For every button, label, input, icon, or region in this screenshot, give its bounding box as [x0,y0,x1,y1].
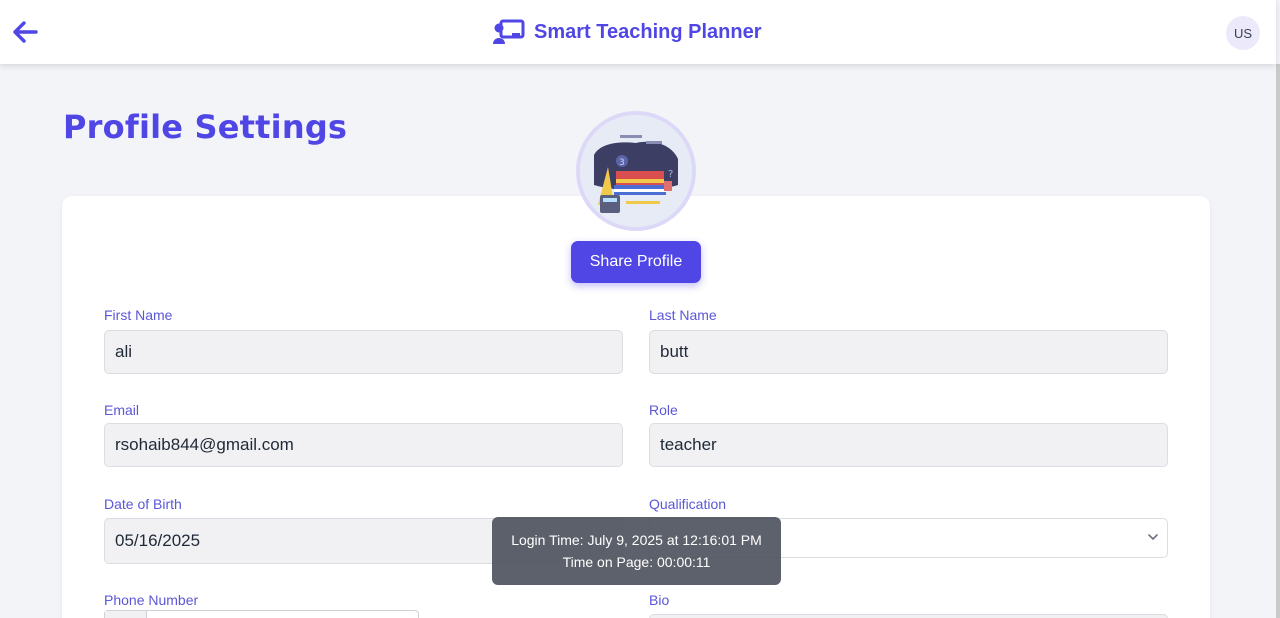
dob-label: Date of Birth [104,496,182,512]
role-label: Role [649,402,678,418]
chevron-down-icon [1148,534,1158,541]
qualification-label: Qualification [649,496,727,512]
last-name-field[interactable]: butt [649,330,1168,374]
brand: Smart Teaching Planner [492,18,761,46]
share-profile-button[interactable]: Share Profile [571,241,701,283]
first-name-field[interactable]: ali [104,330,623,374]
user-avatar[interactable]: US [1226,16,1260,50]
phone-label: Phone Number [104,592,199,608]
bio-field[interactable] [649,614,1168,618]
profile-picture[interactable]: 3 ? [576,111,696,231]
arrow-left-icon [13,21,38,43]
app-title: Smart Teaching Planner [534,20,762,43]
role-field[interactable]: teacher [649,423,1168,467]
email-label: Email [104,402,140,418]
last-name-label: Last Name [649,307,717,323]
profile-settings-page: Smart Teaching Planner US Profile Settin… [0,0,1280,618]
phone-field[interactable] [104,610,419,618]
page-title: Profile Settings [63,108,348,146]
country-code-selector[interactable] [105,611,147,618]
back-button[interactable] [10,18,40,46]
bio-label: Bio [649,592,670,608]
teacher-board-icon [493,19,525,44]
login-time-text: Login Time: July 9, 2025 at 12:16:01 PM [511,532,762,548]
session-tooltip: Login Time: July 9, 2025 at 12:16:01 PM … [492,517,781,585]
first-name-label: First Name [104,307,173,323]
scrollbar-thumb[interactable] [1276,64,1280,618]
email-field[interactable]: rsohaib844@gmail.com [104,423,623,467]
education-illustration: 3 ? [580,115,692,227]
time-on-page-text: Time on Page: 00:00:11 [562,554,711,570]
svg-text:?: ? [668,169,673,180]
top-navbar: Smart Teaching Planner US [0,0,1276,64]
svg-text:3: 3 [619,158,625,168]
